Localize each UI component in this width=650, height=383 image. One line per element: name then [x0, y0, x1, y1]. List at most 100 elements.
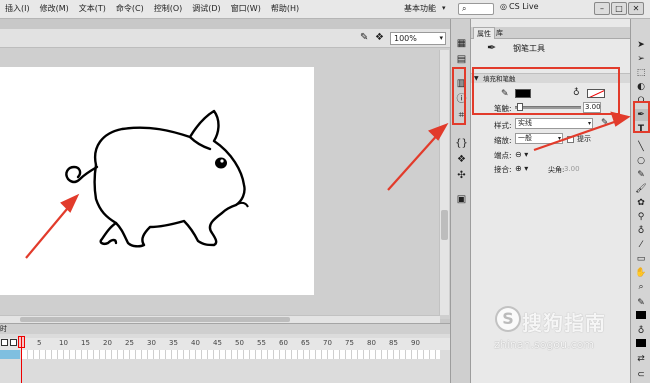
pencil-tool-icon[interactable]: ✎ [634, 169, 648, 181]
fill-color-chip[interactable] [636, 339, 646, 347]
join-label: 接合: [494, 165, 512, 174]
sogou-logo: S [495, 306, 521, 332]
stage-horizontal-scrollbar[interactable] [0, 315, 440, 323]
miter-value[interactable]: 3.00 [564, 165, 580, 173]
cs-live-label: CS Live [508, 2, 539, 11]
vertical-scroll-thumb[interactable] [441, 210, 448, 240]
frame-number: 90 [411, 339, 420, 347]
timeline-header: 5 10 15 20 25 30 35 40 45 50 55 60 65 70… [0, 338, 450, 350]
layer-name-cell[interactable] [0, 350, 20, 359]
menu-items: 插入(I) 修改(M) 文本(T) 命令(C) 控制(O) 调试(D) 窗口(W… [0, 3, 304, 15]
workspace-caret-icon[interactable]: ▾ [442, 4, 446, 12]
history-icon[interactable]: ▣ [455, 193, 468, 206]
frame-number: 25 [125, 339, 134, 347]
cs-live-icon: ◎ [500, 2, 507, 11]
menu-window[interactable]: 窗口(W) [226, 3, 266, 15]
edit-symbol-icon[interactable]: ❖ [375, 32, 387, 44]
motion-presets-icon[interactable]: ✣ [455, 169, 468, 182]
horizontal-scroll-thumb[interactable] [20, 317, 290, 322]
workspace-switcher[interactable]: 基本功能 [404, 3, 436, 14]
brush-tool-icon[interactable]: 🖌 [634, 183, 648, 195]
frame-number: 35 [169, 339, 178, 347]
eraser-tool-icon[interactable]: ▭ [634, 253, 648, 265]
hint-checkbox[interactable] [567, 136, 574, 143]
lock-all-layers-icon[interactable] [10, 339, 17, 346]
swap-colors-icon[interactable]: ⇄ [634, 353, 648, 365]
zoom-tool-icon[interactable]: ⌕ [634, 281, 648, 293]
tool-name: 钢笔工具 [513, 44, 545, 53]
highlight-dock-icons [452, 67, 466, 125]
frame-number: 65 [301, 339, 310, 347]
stage-vertical-scrollbar[interactable] [439, 50, 449, 315]
maximize-button[interactable]: □ [611, 2, 627, 15]
3d-rotation-tool-icon[interactable]: ◐ [634, 81, 648, 93]
frame-number: 70 [323, 339, 332, 347]
watermark-url: zhinan.sogou.com [494, 338, 595, 351]
cap-label: 端点: [494, 151, 512, 160]
tab-library[interactable]: 库 [493, 27, 506, 39]
minimize-button[interactable]: – [594, 2, 610, 15]
cap-style-icon[interactable]: ⊖ ▾ [515, 150, 528, 159]
timeline-frames[interactable] [22, 350, 440, 359]
components-icon[interactable]: ❖ [455, 153, 468, 166]
search-icon: ⌕ [462, 4, 467, 13]
frame-number: 45 [213, 339, 222, 347]
menu-control[interactable]: 控制(O) [149, 3, 188, 15]
pen-tool-icon: ✒ [487, 41, 497, 54]
menu-modify[interactable]: 修改(M) [35, 3, 74, 15]
menu-bar: 插入(I) 修改(M) 文本(T) 命令(C) 控制(O) 调试(D) 窗口(W… [0, 0, 650, 19]
flash-window: 插入(I) 修改(M) 文本(T) 命令(C) 控制(O) 调试(D) 窗口(W… [0, 0, 650, 383]
tools-panel: ➤ ➢ ⬚ ◐ ᘯ ✒ T ╲ ○ ✎ 🖌 ✿ ⚲ ♁ ⁄ ▭ ✋ ⌕ ✎ ♁ … [630, 19, 650, 383]
close-button[interactable]: ✕ [628, 2, 644, 15]
menu-help[interactable]: 帮助(H) [266, 3, 304, 15]
style-value: 实线 [518, 119, 532, 127]
hint-label: 提示 [577, 135, 591, 143]
edit-scene-icon[interactable]: ✎ [360, 32, 372, 44]
stroke-color-chip[interactable] [636, 311, 646, 319]
timeline-tab[interactable]: 时 [0, 324, 450, 334]
join-style-icon[interactable]: ⊕ ▾ [515, 164, 528, 173]
hand-tool-icon[interactable]: ✋ [634, 267, 648, 279]
show-all-layers-icon[interactable] [1, 339, 8, 346]
menu-text[interactable]: 文本(T) [74, 3, 111, 15]
highlight-pen-text-tools [633, 101, 650, 133]
stage-toolbar: ✎ ❖ 100% ▾ [0, 29, 450, 48]
menu-commands[interactable]: 命令(C) [111, 3, 149, 15]
subselection-tool-icon[interactable]: ➢ [634, 53, 648, 65]
stage-canvas[interactable] [0, 67, 314, 295]
menu-debug[interactable]: 调试(D) [187, 3, 225, 15]
timeline-tab-label: 时 [0, 325, 7, 333]
frame-number: 40 [191, 339, 200, 347]
stroke-color-tool-icon[interactable]: ✎ [634, 297, 648, 309]
color-panel-icon[interactable]: ▦ [455, 37, 468, 50]
snap-to-objects-icon[interactable]: ⊂ [634, 369, 648, 381]
playhead[interactable] [21, 336, 22, 383]
selection-tool-icon[interactable]: ➤ [634, 39, 648, 51]
cs-live-button[interactable]: ◎ CS Live [500, 2, 539, 11]
swatches-panel-icon[interactable]: ▤ [455, 53, 468, 66]
deco-tool-icon[interactable]: ✿ [634, 197, 648, 209]
watermark-text: 搜狗指南 [522, 311, 606, 335]
bone-tool-icon[interactable]: ⚲ [634, 211, 648, 223]
chevron-down-icon: ▾ [587, 120, 591, 127]
scale-select[interactable]: 一般 ▾ [515, 133, 563, 144]
menu-insert[interactable]: 插入(I) [0, 3, 35, 15]
eyedropper-tool-icon[interactable]: ⁄ [634, 239, 648, 251]
zoom-select[interactable]: 100% ▾ [390, 32, 446, 45]
frame-number: 60 [279, 339, 288, 347]
chevron-down-icon: ▾ [439, 34, 443, 42]
code-snippets-icon[interactable]: {} [455, 137, 468, 150]
paint-bucket-tool-icon[interactable]: ♁ [634, 225, 648, 237]
tab-properties[interactable]: 属性 [473, 27, 495, 39]
frame-number: 30 [147, 339, 156, 347]
search-input[interactable]: ⌕ [458, 3, 494, 15]
edit-stroke-style-icon[interactable]: ✎ [601, 118, 609, 128]
oval-tool-icon[interactable]: ○ [634, 155, 648, 167]
chevron-down-icon: ▾ [557, 135, 561, 142]
fill-color-tool-icon[interactable]: ♁ [634, 325, 648, 337]
frame-number: 5 [37, 339, 42, 347]
stroke-style-select[interactable]: 实线 ▾ [515, 118, 593, 129]
frame-number: 55 [257, 339, 266, 347]
free-transform-tool-icon[interactable]: ⬚ [634, 67, 648, 79]
line-tool-icon[interactable]: ╲ [634, 141, 648, 153]
